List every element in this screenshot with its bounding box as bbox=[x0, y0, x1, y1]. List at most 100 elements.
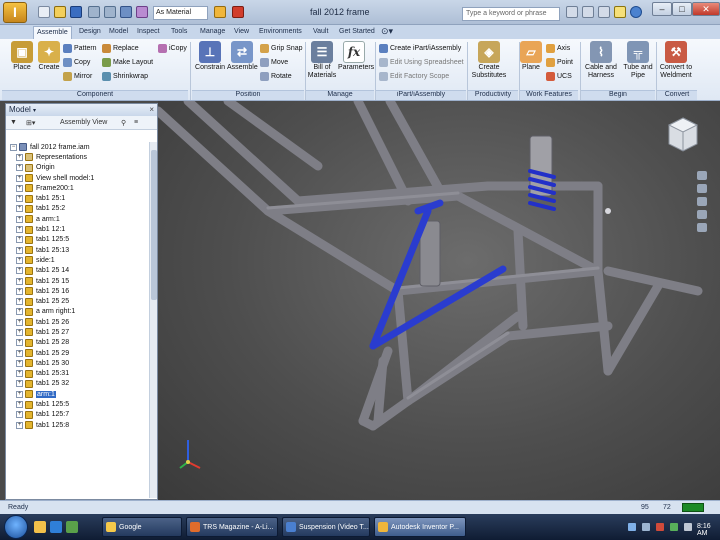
expand-toggle-icon[interactable]: + bbox=[16, 287, 23, 295]
browser-close-button[interactable]: × bbox=[149, 105, 154, 114]
expand-toggle-icon[interactable]: + bbox=[16, 359, 23, 367]
tree-node[interactable]: + arm:1 bbox=[6, 389, 149, 399]
expand-toggle-icon[interactable]: + bbox=[16, 328, 23, 336]
new-file-icon[interactable] bbox=[38, 6, 50, 18]
expand-toggle-icon[interactable]: + bbox=[16, 411, 23, 419]
point-button[interactable]: Point bbox=[546, 57, 573, 67]
expand-toggle-icon[interactable]: + bbox=[16, 277, 23, 285]
navigation-bar[interactable] bbox=[696, 170, 708, 250]
communication-center-icon[interactable] bbox=[598, 6, 610, 18]
expand-toggle-icon[interactable]: + bbox=[16, 349, 23, 357]
tree-node[interactable]: + tab1 125:8 bbox=[6, 420, 149, 430]
tree-node[interactable]: + View shell model:1 bbox=[6, 173, 149, 183]
tab-assemble[interactable]: Assemble bbox=[33, 26, 72, 39]
expand-toggle-icon[interactable]: + bbox=[16, 174, 23, 182]
expand-toggle-icon[interactable]: + bbox=[16, 184, 23, 192]
look-at-icon[interactable] bbox=[697, 223, 707, 232]
tree-node[interactable]: + tab1 25 29 bbox=[6, 348, 149, 358]
expand-toggle-icon[interactable]: + bbox=[16, 256, 23, 264]
binoculars-icon[interactable] bbox=[566, 6, 578, 18]
pattern-button[interactable]: Pattern bbox=[63, 43, 97, 53]
action-center-icon[interactable] bbox=[684, 523, 692, 531]
mirror-button[interactable]: Mirror bbox=[63, 71, 92, 81]
tree-node[interactable]: + tab1 25 27 bbox=[6, 327, 149, 337]
tree-node[interactable]: + tab1 25 32 bbox=[6, 379, 149, 389]
tab-vault[interactable]: Vault bbox=[310, 26, 331, 39]
browser-dropdown-icon[interactable]: ▾ bbox=[33, 108, 36, 114]
battery-icon[interactable] bbox=[670, 523, 678, 531]
constrain-button[interactable]: ⊥ Constrain bbox=[194, 41, 226, 71]
tree-node[interactable]: + Frame200:1 bbox=[6, 183, 149, 193]
favorites-star-icon[interactable] bbox=[614, 6, 626, 18]
tree-node[interactable]: + tab1 25 25 bbox=[6, 296, 149, 306]
tab-environments[interactable]: Environments bbox=[256, 26, 305, 39]
material-dropdown[interactable]: As Material bbox=[153, 6, 208, 20]
create-ipart-button[interactable]: Create iPart/iAssembly bbox=[379, 43, 461, 53]
expand-toggle-icon[interactable]: + bbox=[16, 339, 23, 347]
browser-menu-icon[interactable]: ≡ bbox=[134, 119, 138, 126]
move-button[interactable]: Move bbox=[260, 57, 288, 67]
zoom-icon[interactable] bbox=[697, 197, 707, 206]
close-button[interactable]: ✕ bbox=[692, 2, 720, 16]
expand-toggle-icon[interactable]: + bbox=[16, 298, 23, 306]
scroll-thumb[interactable] bbox=[151, 150, 157, 300]
inventor-logo-icon[interactable]: I bbox=[3, 2, 27, 23]
tree-node[interactable]: + Origin bbox=[6, 163, 149, 173]
place-button[interactable]: ▣ Place bbox=[8, 41, 36, 71]
steering-wheel-icon[interactable] bbox=[697, 171, 707, 180]
replace-button[interactable]: Replace bbox=[102, 43, 139, 53]
tree-node[interactable]: + tab1 25:31 bbox=[6, 369, 149, 379]
tree-node[interactable]: + tab1 25 30 bbox=[6, 358, 149, 368]
security-icon[interactable] bbox=[656, 523, 664, 531]
tree-node[interactable]: + tab1 25:1 bbox=[6, 193, 149, 203]
create-substitutes-button[interactable]: ◈ Create Substitutes bbox=[470, 41, 508, 80]
expand-toggle-icon[interactable]: + bbox=[16, 236, 23, 244]
volume-icon[interactable] bbox=[642, 523, 650, 531]
tree-node[interactable]: + Representations bbox=[6, 152, 149, 162]
tree-node[interactable]: + tab1 12:1 bbox=[6, 224, 149, 234]
expand-toggle-icon[interactable]: + bbox=[16, 421, 23, 429]
create-component-button[interactable]: ✦ Create bbox=[37, 41, 61, 71]
tube-pipe-button[interactable]: ╦ Tube and Pipe bbox=[621, 41, 655, 80]
expand-toggle-icon[interactable]: + bbox=[16, 226, 23, 234]
copy-button[interactable]: Copy bbox=[63, 57, 90, 67]
open-folder-icon[interactable] bbox=[54, 6, 66, 18]
minimize-button[interactable]: – bbox=[652, 2, 672, 16]
tree-node[interactable]: + a arm:1 bbox=[6, 214, 149, 224]
filter-icon[interactable]: ▼ bbox=[10, 119, 17, 126]
assemble-button[interactable]: ⇄ Assemble bbox=[227, 41, 258, 71]
expand-toggle-icon[interactable]: + bbox=[16, 267, 23, 275]
icopy-button[interactable]: iCopy bbox=[158, 43, 187, 53]
maximize-button[interactable]: □ bbox=[672, 2, 692, 16]
expand-toggle-icon[interactable]: + bbox=[16, 308, 23, 316]
save-icon[interactable] bbox=[70, 6, 82, 18]
taskbar-inventor[interactable]: Autodesk Inventor P... bbox=[374, 517, 466, 537]
expand-toggle-icon[interactable]: + bbox=[16, 401, 23, 409]
plane-button[interactable]: ▱ Plane bbox=[518, 41, 544, 71]
taskbar-trs-magazine[interactable]: TRS Magazine - A-Li... bbox=[186, 517, 278, 537]
grip-snap-button[interactable]: Grip Snap bbox=[260, 43, 303, 53]
expand-toggle-icon[interactable]: + bbox=[16, 390, 23, 398]
media-player-icon[interactable] bbox=[66, 521, 78, 533]
browser-scrollbar[interactable] bbox=[149, 142, 157, 498]
network-icon[interactable] bbox=[628, 523, 636, 531]
tree-node[interactable]: − fall 2012 frame.iam bbox=[6, 142, 149, 152]
expand-toggle-icon[interactable]: + bbox=[16, 164, 23, 172]
tree-node[interactable]: + tab1 125:5 bbox=[6, 399, 149, 409]
tree-node[interactable]: + tab1 25 14 bbox=[6, 266, 149, 276]
tree-node[interactable]: + a arm right:1 bbox=[6, 307, 149, 317]
browser-icon[interactable] bbox=[50, 521, 62, 533]
tree-node[interactable]: + side:1 bbox=[6, 255, 149, 265]
viewcube-icon[interactable] bbox=[667, 116, 699, 156]
expand-toggle-icon[interactable]: + bbox=[16, 380, 23, 388]
expand-toggle-icon[interactable]: + bbox=[16, 318, 23, 326]
shrinkwrap-button[interactable]: Shrinkwrap bbox=[102, 71, 148, 81]
taskbar-google[interactable]: Google bbox=[102, 517, 182, 537]
ribbon-options-icon[interactable]: ⊙▾ bbox=[378, 26, 396, 39]
expand-toggle-icon[interactable]: + bbox=[16, 246, 23, 254]
tree-node[interactable]: + tab1 25 26 bbox=[6, 317, 149, 327]
expand-toggle-icon[interactable]: + bbox=[16, 215, 23, 223]
tab-view[interactable]: View bbox=[231, 26, 252, 39]
cable-harness-button[interactable]: ⌇ Cable and Harness bbox=[583, 41, 619, 80]
make-layout-button[interactable]: Make Layout bbox=[102, 57, 153, 67]
